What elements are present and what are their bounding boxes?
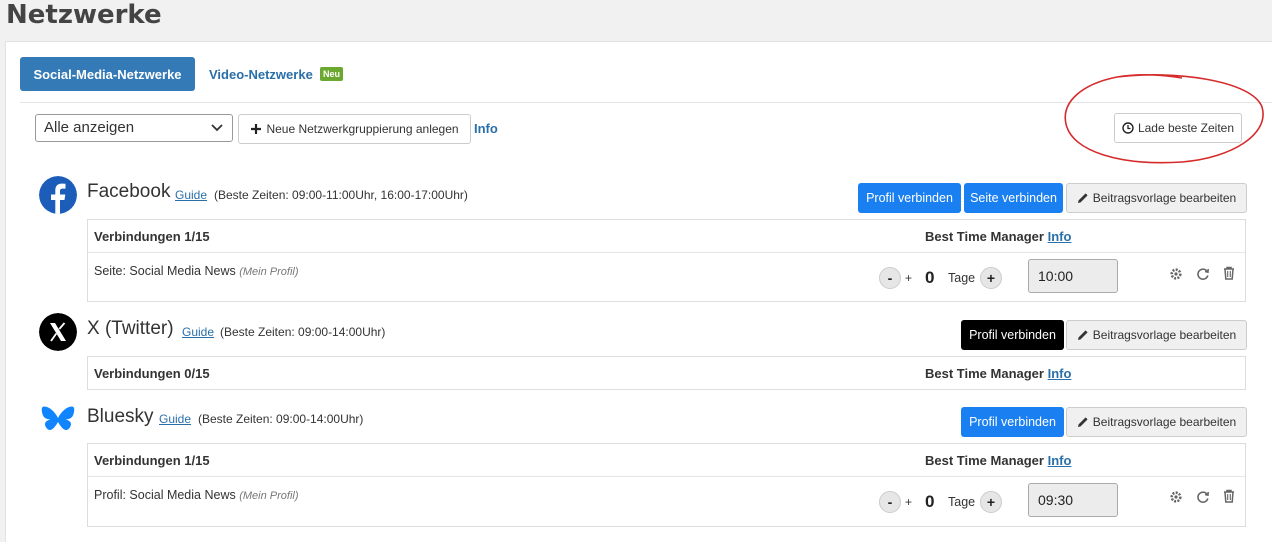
facebook-connect-profile-button[interactable]: Profil verbinden xyxy=(858,183,961,213)
bluesky-edit-template-button[interactable]: Beitragsvorlage bearbeiten xyxy=(1066,407,1247,437)
plus-sign: + xyxy=(905,271,913,285)
account-label: Profil: Social Media News xyxy=(94,488,236,502)
best-times-facebook: (Beste Zeiten: 09:00-11:00Uhr, 16:00-17:… xyxy=(214,188,468,202)
new-group-label: Neue Netzwerkgruppierung anlegen xyxy=(266,122,459,136)
info-link[interactable]: Info xyxy=(474,121,498,136)
btm-info-link[interactable]: Info xyxy=(1048,366,1072,381)
chevron-down-icon xyxy=(211,124,223,132)
row-divider xyxy=(88,252,1245,253)
network-name-bluesky: Bluesky xyxy=(87,406,154,427)
x-twitter-icon xyxy=(39,313,77,351)
facebook-connections-table: Verbindungen 1/15 Best Time Manager Info… xyxy=(87,219,1246,302)
btm-label: Best Time Manager xyxy=(925,366,1044,381)
guide-link-facebook[interactable]: Guide xyxy=(175,188,207,202)
load-best-times-button[interactable]: Lade beste Zeiten xyxy=(1114,113,1242,143)
trash-icon[interactable] xyxy=(1222,266,1236,280)
guide-link-bluesky[interactable]: Guide xyxy=(159,412,191,426)
plus-sign: + xyxy=(905,495,913,509)
connections-header: Verbindungen 1/15 xyxy=(94,229,210,244)
btm-info-link[interactable]: Info xyxy=(1048,453,1072,468)
btm-label: Best Time Manager xyxy=(925,229,1044,244)
trash-icon[interactable] xyxy=(1222,489,1236,503)
account-name: Profil: Social Media News (Mein Profil) xyxy=(94,488,299,502)
best-time-input[interactable]: 10:00 xyxy=(1028,259,1118,293)
edit-template-label: Beitragsvorlage bearbeiten xyxy=(1092,328,1237,342)
x-edit-template-button[interactable]: Beitragsvorlage bearbeiten xyxy=(1066,320,1247,350)
load-best-times-label: Lade beste Zeiten xyxy=(1137,121,1235,135)
network-name-x: X (Twitter) xyxy=(87,318,174,339)
gear-icon[interactable] xyxy=(1169,490,1183,504)
days-plus-button[interactable]: + xyxy=(980,267,1002,289)
pencil-icon xyxy=(1077,417,1088,427)
new-badge: Neu xyxy=(320,67,344,81)
days-plus-button[interactable]: + xyxy=(980,491,1002,513)
tab-video[interactable]: Video-Netzwerke xyxy=(209,67,313,82)
refresh-icon[interactable] xyxy=(1196,490,1210,504)
days-label: Tage xyxy=(948,495,976,509)
refresh-icon[interactable] xyxy=(1196,267,1210,281)
account-label: Seite: Social Media News xyxy=(94,264,236,278)
edit-template-label: Beitragsvorlage bearbeiten xyxy=(1092,415,1237,429)
facebook-edit-template-button[interactable]: Beitragsvorlage bearbeiten xyxy=(1066,183,1247,213)
bluesky-icon xyxy=(41,406,75,431)
new-group-button[interactable]: Neue Netzwerkgruppierung anlegen xyxy=(238,114,471,144)
gear-icon[interactable] xyxy=(1169,267,1183,281)
account-note: (Mein Profil) xyxy=(239,490,299,502)
row-divider xyxy=(88,476,1245,477)
best-time-input[interactable]: 09:30 xyxy=(1028,483,1118,517)
network-name-facebook: Facebook xyxy=(87,181,171,202)
days-minus-button[interactable]: - xyxy=(879,491,901,513)
x-connect-profile-button[interactable]: Profil verbinden xyxy=(961,320,1064,350)
connections-header: Verbindungen 1/15 xyxy=(94,453,210,468)
bluesky-connections-table: Verbindungen 1/15 Best Time Manager Info… xyxy=(87,443,1246,527)
guide-link-x[interactable]: Guide xyxy=(182,325,214,339)
btm-info-link[interactable]: Info xyxy=(1048,229,1072,244)
filter-value: Alle anzeigen xyxy=(44,119,135,136)
days-label: Tage xyxy=(948,271,976,285)
x-connections-table: Verbindungen 0/15 Best Time Manager Info xyxy=(87,356,1246,390)
best-time-manager-header: Best Time Manager Info xyxy=(925,366,1071,381)
account-note: (Mein Profil) xyxy=(239,266,299,278)
best-times-x: (Beste Zeiten: 09:00-14:00Uhr) xyxy=(220,325,386,339)
clock-icon xyxy=(1122,122,1134,134)
best-time-manager-header: Best Time Manager Info xyxy=(925,453,1071,468)
edit-template-label: Beitragsvorlage bearbeiten xyxy=(1092,191,1237,205)
facebook-connect-page-button[interactable]: Seite verbinden xyxy=(964,183,1063,213)
tab-social-media[interactable]: Social-Media-Netzwerke xyxy=(20,57,195,91)
account-name: Seite: Social Media News (Mein Profil) xyxy=(94,264,299,278)
facebook-icon xyxy=(39,176,77,214)
network-filter-select[interactable]: Alle anzeigen xyxy=(35,114,233,142)
page-title: Netzwerke xyxy=(6,0,162,30)
days-count: 0 xyxy=(925,492,935,511)
btm-label: Best Time Manager xyxy=(925,453,1044,468)
connections-header: Verbindungen 0/15 xyxy=(94,366,210,381)
plus-icon xyxy=(251,124,262,134)
pencil-icon xyxy=(1077,330,1088,340)
best-times-bluesky: (Beste Zeiten: 09:00-14:00Uhr) xyxy=(198,412,364,426)
days-count: 0 xyxy=(925,268,935,287)
pencil-icon xyxy=(1077,193,1088,203)
bluesky-connect-profile-button[interactable]: Profil verbinden xyxy=(961,407,1064,437)
best-time-manager-header: Best Time Manager Info xyxy=(925,229,1071,244)
days-minus-button[interactable]: - xyxy=(879,267,901,289)
